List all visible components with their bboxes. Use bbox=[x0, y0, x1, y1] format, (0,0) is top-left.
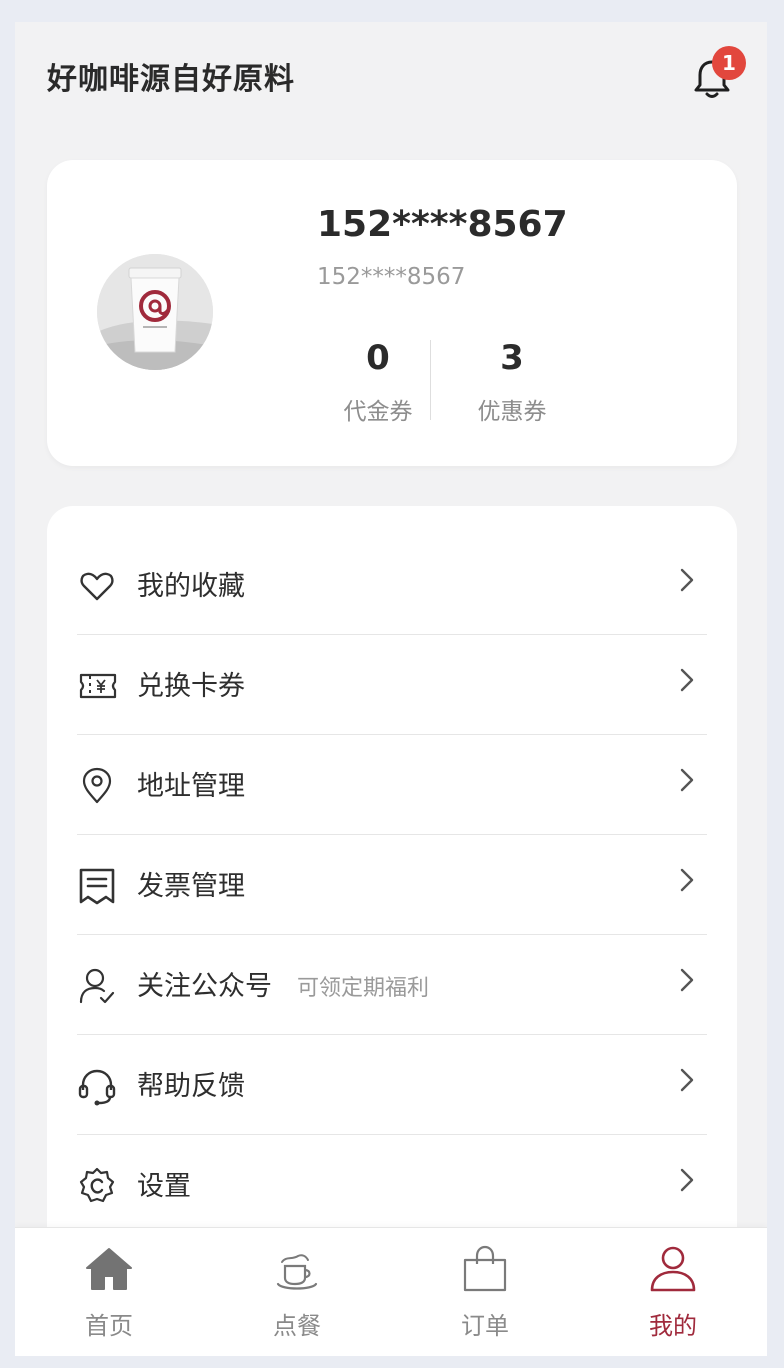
chevron-right-icon bbox=[680, 568, 694, 592]
menu-item-help[interactable]: 帮助反馈 bbox=[77, 1034, 707, 1134]
tab-home[interactable]: 首页 bbox=[15, 1228, 203, 1356]
voucher-count: 0 bbox=[366, 338, 390, 378]
chevron-right-icon bbox=[680, 668, 694, 692]
menu-item-label: 发票管理 bbox=[137, 871, 245, 902]
page-title: 好咖啡源自好原料 bbox=[47, 62, 295, 97]
coffee-cup-logo-icon bbox=[97, 254, 213, 370]
voucher-label: 代金券 bbox=[343, 399, 413, 425]
chevron-right-icon bbox=[680, 1168, 694, 1192]
voucher-stat[interactable]: 0 代金券 bbox=[323, 338, 433, 426]
menu-item-invoice[interactable]: 发票管理 bbox=[77, 834, 707, 934]
stat-divider bbox=[430, 340, 431, 420]
menu-item-label: 关注公众号 bbox=[137, 971, 272, 1002]
menu-item-label: 帮助反馈 bbox=[137, 1071, 245, 1102]
menu-item-follow-account[interactable]: 关注公众号 可领定期福利 bbox=[77, 934, 707, 1034]
invoice-icon bbox=[79, 868, 115, 905]
ticket-icon bbox=[79, 673, 117, 699]
profile-name: 152****8567 bbox=[317, 204, 568, 245]
menu-card: 我的收藏 兑换卡券 地址管理 发票管理 关注公众号 可领定期福利 帮助反馈 设置 bbox=[47, 506, 737, 1286]
tab-mine[interactable]: 我的 bbox=[579, 1228, 767, 1356]
top-header: 好咖啡源自好原料 1 bbox=[15, 22, 767, 132]
home-icon bbox=[86, 1248, 132, 1290]
menu-item-address[interactable]: 地址管理 bbox=[77, 734, 707, 834]
tab-label: 我的 bbox=[649, 1312, 697, 1340]
menu-item-favorites[interactable]: 我的收藏 bbox=[77, 534, 707, 634]
coffee-cup-icon bbox=[276, 1254, 318, 1290]
location-pin-icon bbox=[82, 767, 112, 804]
bottom-tab-bar: 首页 点餐 订单 我的 bbox=[15, 1227, 767, 1356]
settings-icon bbox=[79, 1167, 115, 1203]
profile-icon bbox=[650, 1246, 696, 1292]
user-check-icon bbox=[79, 968, 115, 1004]
shopping-bag-icon bbox=[463, 1245, 507, 1292]
coupon-label: 优惠券 bbox=[477, 399, 547, 425]
chevron-right-icon bbox=[680, 1068, 694, 1092]
avatar[interactable] bbox=[97, 254, 213, 370]
menu-item-label: 我的收藏 bbox=[137, 571, 245, 602]
chevron-right-icon bbox=[680, 968, 694, 992]
profile-card: 152****8567 152****8567 0 代金券 3 优惠券 bbox=[47, 160, 737, 466]
menu-item-label: 设置 bbox=[137, 1171, 191, 1202]
tab-order-food[interactable]: 点餐 bbox=[203, 1228, 391, 1356]
heart-icon bbox=[80, 572, 114, 601]
notification-badge: 1 bbox=[712, 46, 746, 80]
coupon-count: 3 bbox=[500, 338, 524, 378]
menu-item-label: 地址管理 bbox=[137, 771, 245, 802]
headset-icon bbox=[78, 1069, 116, 1106]
tab-orders[interactable]: 订单 bbox=[391, 1228, 579, 1356]
menu-item-label: 兑换卡券 bbox=[137, 671, 245, 702]
profile-screen: 好咖啡源自好原料 1 152****8567 152****8567 0 代金券… bbox=[15, 22, 767, 1356]
menu-item-hint: 可领定期福利 bbox=[297, 976, 430, 1001]
menu-item-settings[interactable]: 设置 bbox=[77, 1134, 707, 1234]
tab-label: 订单 bbox=[461, 1312, 509, 1340]
coupon-stat[interactable]: 3 优惠券 bbox=[457, 338, 567, 426]
menu-item-redeem[interactable]: 兑换卡券 bbox=[77, 634, 707, 734]
tab-label: 点餐 bbox=[273, 1312, 321, 1340]
chevron-right-icon bbox=[680, 768, 694, 792]
profile-phone: 152****8567 bbox=[317, 264, 466, 290]
chevron-right-icon bbox=[680, 868, 694, 892]
tab-label: 首页 bbox=[85, 1312, 133, 1340]
